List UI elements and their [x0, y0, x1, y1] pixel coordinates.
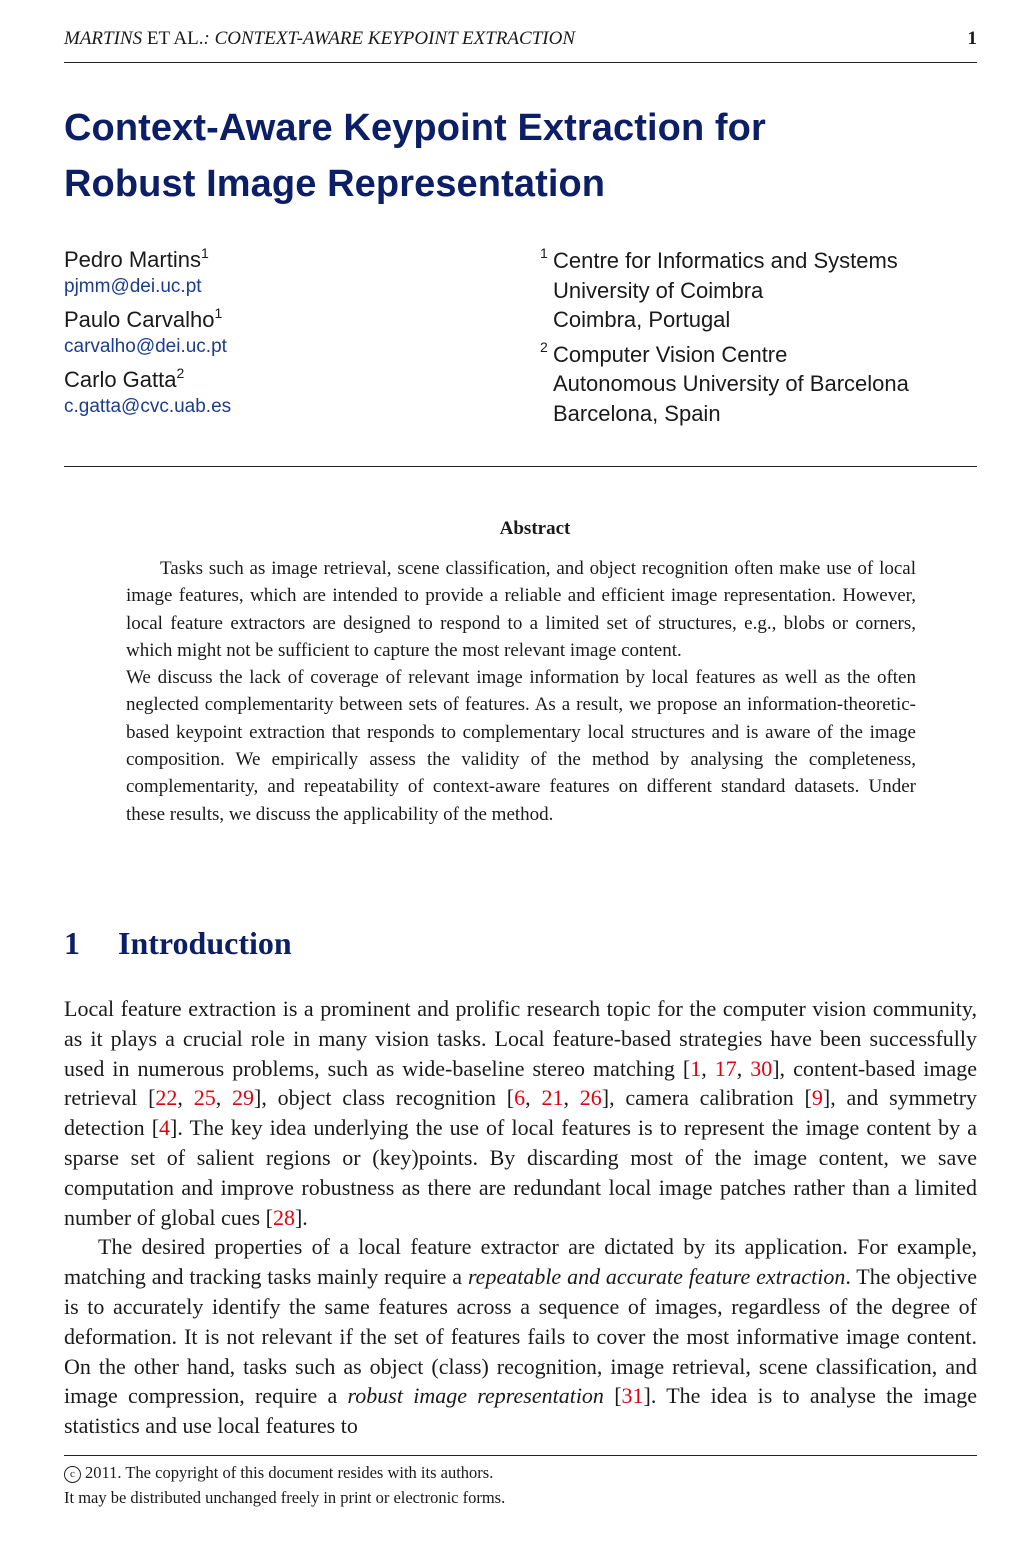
section-title: Introduction: [118, 925, 292, 961]
title-line-2: Robust Image Representation: [64, 163, 606, 205]
affiliation-line: Coimbra, Portugal: [553, 307, 731, 332]
section-heading: 1 Introduction: [64, 925, 292, 962]
citation-link[interactable]: 31: [622, 1383, 644, 1408]
author-entry: Pedro Martins1 pjmm@dei.uc.pt: [64, 246, 504, 300]
affiliation-line: Autonomous University of Barcelona: [553, 371, 909, 396]
affiliation-list: 1 Centre for Informatics and Systems Uni…: [540, 245, 980, 433]
copyright-line: c 2011. The copyright of this document re…: [64, 1460, 977, 1485]
author-name: Pedro Martins1: [64, 245, 209, 272]
abstract-body: Tasks such as image retrieval, scene cla…: [126, 555, 916, 828]
author-entry: Carlo Gatta2 c.gatta@cvc.uab.es: [64, 366, 504, 420]
citation-link[interactable]: 9: [812, 1085, 823, 1110]
citation-link[interactable]: 25: [194, 1085, 216, 1110]
citation-link[interactable]: 4: [159, 1115, 170, 1140]
body-paragraph: Local feature extraction is a prominent …: [64, 996, 978, 1230]
title-line-1: Context-Aware Keypoint Extraction for: [64, 107, 766, 149]
affiliation-mark: 2: [176, 365, 185, 381]
citation-link[interactable]: 28: [273, 1205, 295, 1230]
citation-link[interactable]: 22: [155, 1085, 177, 1110]
distribution-line: It may be distributed unchanged freely i…: [64, 1488, 506, 1507]
author-email-link[interactable]: carvalho@dei.uc.pt: [64, 334, 504, 360]
page-number: 1: [967, 28, 978, 49]
abstract-paragraph: We discuss the lack of coverage of relev…: [126, 667, 916, 825]
citation-link[interactable]: 26: [580, 1085, 602, 1110]
citation-link[interactable]: 1: [690, 1056, 701, 1081]
affiliation-line: University of Coimbra: [553, 277, 764, 303]
running-header: MARTINS ET AL.: CONTEXT-AWARE KEYPOINT E…: [64, 28, 977, 54]
abstract-paragraph: Tasks such as image retrieval, scene cla…: [126, 558, 916, 661]
citation-link[interactable]: 6: [514, 1085, 525, 1110]
author-entry: Paulo Carvalho1 carvalho@dei.uc.pt: [64, 306, 504, 360]
affiliation-mark: 1: [214, 305, 223, 321]
header-short-title: CONTEXT-AWARE KEYPOINT EXTRACTION: [214, 28, 575, 49]
header-separator: :: [203, 28, 215, 49]
body-text: Local feature extraction is a prominent …: [64, 994, 977, 1441]
copyright-footnote: c 2011. The copyright of this document re…: [64, 1460, 977, 1510]
affiliation-mark: 1: [200, 245, 209, 261]
citation-link[interactable]: 29: [232, 1085, 254, 1110]
body-paragraph: The desired properties of a local featur…: [64, 1234, 977, 1439]
citation-link[interactable]: 21: [541, 1085, 563, 1110]
author-name: Carlo Gatta2: [64, 365, 185, 392]
affiliation-line: Centre for Informatics and Systems: [553, 248, 898, 273]
emphasis-text: repeatable and accurate feature extracti…: [467, 1264, 846, 1290]
abstract-heading: Abstract: [499, 518, 571, 539]
author-block-rule: [64, 466, 977, 467]
citation-link[interactable]: 17: [715, 1056, 737, 1081]
affiliation-mark: 2: [540, 338, 548, 355]
affiliation-line: Computer Vision Centre: [553, 341, 788, 367]
header-rule: [64, 62, 977, 63]
author-email-link[interactable]: c.gatta@cvc.uab.es: [64, 394, 504, 420]
author-email-link[interactable]: pjmm@dei.uc.pt: [64, 274, 504, 300]
author-list: Pedro Martins1 pjmm@dei.uc.pt Paulo Carv…: [64, 246, 504, 426]
paper-title: Context-Aware Keypoint Extraction for Ro…: [64, 100, 964, 212]
emphasis-text: robust image representation: [347, 1383, 604, 1409]
affiliation-entry: 2 Computer Vision Centre Autonomous Univ…: [540, 338, 980, 429]
affiliation-line: Barcelona, Spain: [553, 400, 721, 426]
affiliation-entry: 1 Centre for Informatics and Systems Uni…: [540, 245, 980, 335]
section-number: 1: [64, 925, 80, 961]
footnote-rule: [64, 1455, 977, 1456]
header-et-al: ET AL.: [142, 28, 204, 49]
affiliation-mark: 1: [540, 245, 548, 261]
header-authors: MARTINS: [64, 28, 143, 49]
author-name: Paulo Carvalho1: [64, 305, 223, 332]
citation-link[interactable]: 30: [750, 1056, 772, 1081]
copyright-icon: c: [64, 1466, 81, 1483]
